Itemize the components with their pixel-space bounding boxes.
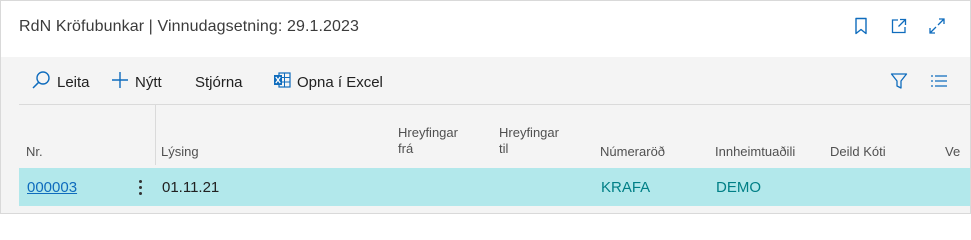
column-header-hreyfingar-til-line2: til (499, 141, 509, 156)
column-header-hreyfingar-til-line1: Hreyfingar (499, 125, 559, 140)
list-content-area: Leita Nýtt Stjórna Opna í Excel Nr. Lýsi… (1, 57, 970, 213)
column-header-hreyfingar-fra-line2: frá (398, 141, 414, 156)
page-window: RdN Kröfubunkar | Vinnudagsetning: 29.1.… (0, 0, 971, 214)
excel-label: Opna í Excel (297, 73, 383, 91)
search-icon (31, 70, 57, 94)
list-grid: Nr. Lýsing Hreyfingar frá Hreyfingar til… (19, 105, 970, 211)
column-header-hreyfingar-fra[interactable]: Hreyfingar frá (398, 125, 458, 157)
manage-button[interactable]: Stjórna (195, 71, 243, 93)
column-header-lysing[interactable]: Lýsing (161, 144, 199, 160)
column-header-numerarod[interactable]: Númeraröð (600, 144, 665, 160)
column-header-hreyfingar-fra-line1: Hreyfingar (398, 125, 458, 140)
open-in-excel-button[interactable]: Opna í Excel (273, 71, 383, 93)
table-row[interactable]: 000003 01.11.21 KRAFA DEMO (19, 168, 970, 206)
cell-lysing: 01.11.21 (162, 179, 220, 196)
cell-innheimtuadili: DEMO (716, 179, 761, 196)
column-header-hreyfingar-til[interactable]: Hreyfingar til (499, 125, 559, 157)
bookmark-icon[interactable] (850, 15, 872, 37)
list-view-icon[interactable] (928, 70, 950, 92)
search-button[interactable]: Leita (31, 71, 90, 93)
plus-icon (111, 71, 135, 93)
search-label: Leita (57, 73, 90, 91)
cell-nr-link[interactable]: 000003 (27, 179, 77, 196)
new-button[interactable]: Nýtt (111, 71, 162, 93)
filter-icon[interactable] (888, 70, 910, 92)
action-bar: Leita Nýtt Stjórna Opna í Excel (1, 57, 970, 105)
row-actions-kebab-icon[interactable] (132, 176, 148, 198)
title-actions (850, 15, 948, 37)
column-header-truncated[interactable]: Ve (945, 144, 970, 160)
column-header-deild-koti[interactable]: Deild Kóti (830, 144, 886, 160)
column-separator (155, 105, 156, 165)
title-bar: RdN Kröfubunkar | Vinnudagsetning: 29.1.… (1, 1, 970, 57)
column-header-nr[interactable]: Nr. (26, 144, 43, 160)
expand-icon[interactable] (926, 15, 948, 37)
column-header-innheimtuadili[interactable]: Innheimtuaðili (715, 144, 795, 160)
cell-numerarod: KRAFA (601, 179, 651, 196)
toolbar-right-actions (888, 70, 950, 92)
new-label: Nýtt (135, 73, 162, 91)
excel-icon (273, 71, 297, 93)
open-in-new-window-icon[interactable] (888, 15, 910, 37)
page-title: RdN Kröfubunkar | Vinnudagsetning: 29.1.… (19, 18, 360, 35)
manage-label: Stjórna (195, 73, 243, 91)
